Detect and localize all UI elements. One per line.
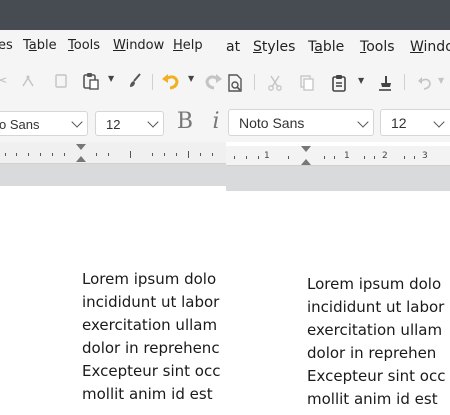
undo-icon[interactable] bbox=[158, 68, 184, 94]
font-name-value: Noto Sans bbox=[239, 115, 305, 131]
font-size-box[interactable]: 12 bbox=[380, 109, 450, 136]
left-indent-marker[interactable] bbox=[301, 159, 311, 165]
document-text-line: Excepteur sint occ bbox=[82, 362, 221, 380]
menu-tools[interactable]: Tools bbox=[68, 30, 100, 62]
workspace-background bbox=[226, 166, 450, 191]
ruler-number: 1 bbox=[264, 151, 270, 161]
standard-toolbar: ✂ ▼ ▼ bbox=[0, 62, 226, 102]
document-text-line: Lorem ipsum dolo bbox=[307, 275, 442, 293]
first-line-indent-marker[interactable] bbox=[301, 146, 311, 152]
font-name-box[interactable]: o Sans bbox=[0, 111, 88, 136]
title-bar bbox=[226, 0, 450, 30]
undo-dropdown-icon[interactable]: ▼ bbox=[188, 74, 194, 83]
document-text-line: dolor in reprehenc bbox=[82, 339, 220, 357]
clone-formatting-icon[interactable] bbox=[16, 68, 42, 94]
undo-icon[interactable] bbox=[412, 70, 438, 96]
menu-styles[interactable]: Styles bbox=[253, 30, 295, 62]
document-page[interactable]: Lorem ipsum dolo incididunt ut labor exe… bbox=[226, 191, 450, 415]
menu-table[interactable]: Table bbox=[23, 30, 57, 62]
paste-icon[interactable] bbox=[78, 68, 104, 94]
horizontal-ruler[interactable]: 1 1 2 3 bbox=[226, 146, 450, 166]
document-text-line: dolor in reprehen bbox=[307, 344, 437, 362]
ruler-number: 3 bbox=[422, 151, 428, 161]
font-name-box[interactable]: Noto Sans bbox=[228, 109, 374, 136]
title-bar bbox=[0, 0, 226, 30]
formatting-toolbar: Noto Sans 12 bbox=[226, 102, 450, 142]
document-text-line: incididunt ut labor bbox=[82, 293, 220, 311]
right-window: at Styles Table Tools Windo ▼ ▼ Noto San… bbox=[226, 0, 450, 415]
left-window: es Table Tools Window Help ✂ ▼ ▼ o Sans bbox=[0, 0, 226, 415]
chevron-down-icon[interactable] bbox=[433, 116, 445, 128]
menu-help[interactable]: Help bbox=[173, 30, 203, 62]
ruler-number: 2 bbox=[382, 151, 388, 161]
font-size-value: 12 bbox=[106, 117, 121, 132]
chevron-down-icon[interactable] bbox=[147, 116, 159, 128]
print-preview-icon[interactable] bbox=[226, 70, 248, 96]
copy-icon[interactable] bbox=[294, 70, 320, 96]
menu-tools[interactable]: Tools bbox=[360, 30, 395, 62]
menu-bar: at Styles Table Tools Windo bbox=[226, 30, 450, 62]
menu-window[interactable]: Windo bbox=[410, 30, 450, 62]
first-line-indent-marker[interactable] bbox=[76, 144, 86, 150]
left-indent-marker[interactable] bbox=[76, 156, 86, 162]
clear-formatting-icon[interactable] bbox=[372, 70, 398, 96]
bold-icon[interactable]: B bbox=[172, 109, 198, 135]
toolbar-separator bbox=[254, 74, 255, 90]
document-text-line: Excepteur sint occ bbox=[307, 367, 446, 385]
workspace-background bbox=[0, 164, 226, 186]
menu-table[interactable]: Table bbox=[308, 30, 344, 62]
formatting-toolbar: o Sans 12 B i bbox=[0, 102, 226, 142]
document-text-line: exercitation ullam bbox=[82, 316, 218, 334]
document-text-line: Lorem ipsum dolo bbox=[82, 270, 217, 288]
paste-icon[interactable] bbox=[326, 70, 352, 96]
partial-icon[interactable]: ✂ bbox=[0, 68, 14, 94]
paste-dropdown-icon[interactable]: ▼ bbox=[108, 74, 114, 83]
font-name-value: o Sans bbox=[0, 117, 40, 132]
document-page[interactable]: Lorem ipsum dolo incididunt ut labor exe… bbox=[0, 186, 226, 415]
chevron-down-icon[interactable] bbox=[357, 116, 369, 128]
standard-toolbar: ▼ ▼ bbox=[226, 62, 450, 102]
redo-icon[interactable] bbox=[200, 68, 226, 94]
menu-format-partial[interactable]: es bbox=[0, 30, 13, 62]
menu-bar: es Table Tools Window Help bbox=[0, 30, 226, 62]
document-text-line: incididunt ut labor bbox=[307, 298, 445, 316]
font-size-box[interactable]: 12 bbox=[95, 111, 164, 136]
paint-brush-icon[interactable] bbox=[122, 68, 148, 94]
toolbar-separator bbox=[404, 74, 405, 90]
document-text-line: mollit anim id est bbox=[82, 385, 213, 403]
menu-format-partial[interactable]: at bbox=[226, 30, 240, 62]
paste-dropdown-icon[interactable]: ▼ bbox=[358, 76, 364, 85]
toolbar-separator bbox=[152, 74, 153, 90]
ruler-number: 1 bbox=[344, 151, 350, 161]
font-size-value: 12 bbox=[391, 115, 407, 131]
chevron-down-icon[interactable] bbox=[71, 116, 83, 128]
horizontal-ruler[interactable] bbox=[0, 142, 226, 164]
document-text-line: mollit anim id est bbox=[307, 390, 438, 408]
undo-dropdown-icon[interactable]: ▼ bbox=[438, 76, 444, 85]
document-text-line: exercitation ullam bbox=[307, 321, 443, 339]
cut-icon[interactable] bbox=[262, 70, 288, 96]
paste-special-icon[interactable] bbox=[48, 68, 74, 94]
italic-icon[interactable]: i bbox=[203, 109, 226, 135]
menu-window[interactable]: Window bbox=[113, 30, 164, 62]
